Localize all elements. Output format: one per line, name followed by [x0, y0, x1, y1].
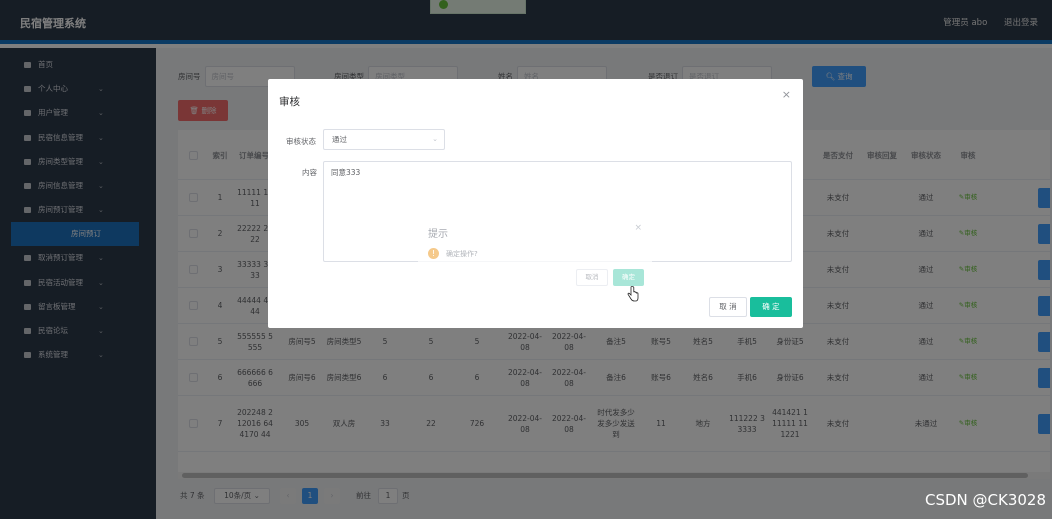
confirm-box: 提示 × ! 确定操作? 取消 确定	[418, 217, 652, 296]
confirm-title: 提示	[428, 229, 448, 240]
status-label: 审核状态	[286, 137, 316, 146]
close-icon[interactable]: ×	[634, 223, 642, 233]
dialog-cancel-button[interactable]: 取 消	[709, 297, 747, 317]
status-select[interactable]: 通过 ⌄	[323, 129, 445, 150]
confirm-ok-button[interactable]: 确定	[613, 269, 644, 286]
hand-cursor-icon	[627, 286, 639, 302]
close-icon[interactable]: ×	[782, 88, 791, 101]
dialog-confirm-button[interactable]: 确 定	[750, 297, 792, 317]
watermark: CSDN @CK3028	[924, 491, 1046, 509]
confirm-cancel-button[interactable]: 取消	[576, 269, 608, 286]
content-label: 内容	[302, 168, 317, 177]
confirm-message: 确定操作?	[446, 250, 478, 258]
chevron-down-icon: ⌄	[432, 135, 438, 143]
warning-icon: !	[428, 248, 439, 259]
dialog-title: 审核	[279, 96, 300, 108]
